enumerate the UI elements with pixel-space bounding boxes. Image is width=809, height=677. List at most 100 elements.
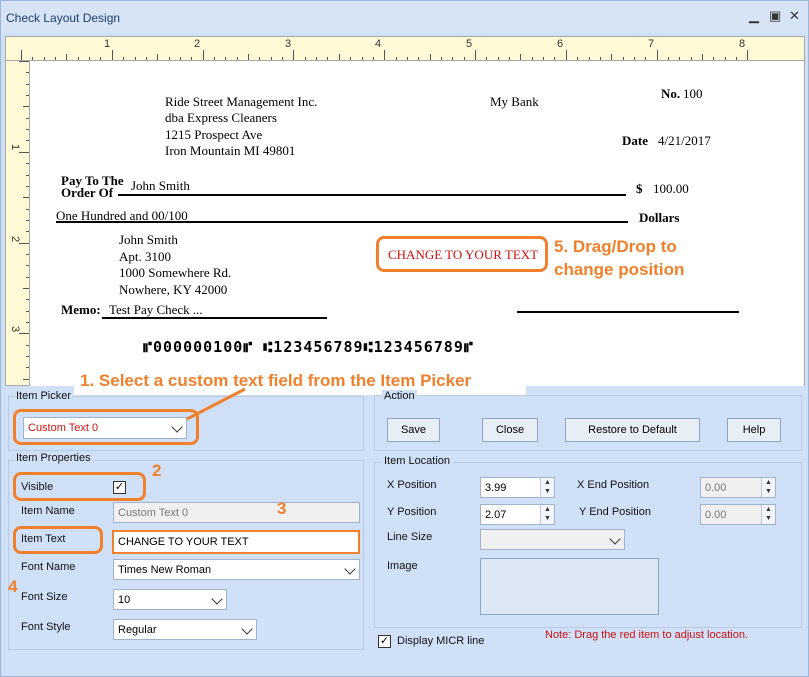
company-line-4[interactable]: Iron Mountain MI 49801 xyxy=(165,143,295,159)
micr-line[interactable]: ⑈000000100⑈ ⑆123456789⑆123456789⑈ xyxy=(143,338,474,356)
payee-name[interactable]: John Smith xyxy=(131,178,190,194)
ruler-tick xyxy=(724,57,726,60)
y-end-position-label: Y End Position xyxy=(579,506,651,518)
date-label: Date xyxy=(622,133,648,148)
font-size-select[interactable]: 10 xyxy=(113,589,227,610)
ruler-tick xyxy=(21,50,22,60)
item-properties-label: Item Properties xyxy=(14,452,93,464)
ruler-number: 3 xyxy=(9,325,22,333)
ruler-tick xyxy=(656,50,658,60)
ruler-tick xyxy=(23,106,29,108)
y-end-position-value: 0.00 xyxy=(705,509,727,521)
company-line-2[interactable]: dba Express Cleaners xyxy=(165,110,277,126)
x-end-position-spinner: ▲ ▼ xyxy=(761,478,775,497)
save-button[interactable]: Save xyxy=(387,418,440,442)
ruler-tick xyxy=(475,50,476,60)
ruler-tick xyxy=(736,57,738,60)
ruler-tick xyxy=(293,50,295,60)
ruler-tick xyxy=(452,57,454,60)
ruler-tick xyxy=(588,57,590,60)
font-style-value: Regular xyxy=(118,624,157,636)
ruler-tick xyxy=(23,378,29,380)
ruler-tick xyxy=(361,57,363,60)
ruler-tick xyxy=(19,151,29,153)
x-position-spinner[interactable]: ▲ ▼ xyxy=(540,478,554,497)
item-text-value: CHANGE TO YOUR TEXT xyxy=(118,536,249,548)
address-line[interactable]: 1000 Somewhere Rd. xyxy=(119,265,231,281)
ruler-tick xyxy=(26,231,29,233)
address-line[interactable]: John Smith xyxy=(119,232,178,248)
ruler-tick xyxy=(19,242,29,244)
title-bar: Check Layout Design ▁ ▣ ✕ xyxy=(1,1,808,33)
maximize-icon[interactable]: ▣ xyxy=(769,8,781,24)
ruler-tick xyxy=(713,57,715,60)
help-button[interactable]: Help xyxy=(727,418,781,442)
display-micr-checkbox[interactable]: ✓ xyxy=(378,635,391,648)
check-canvas[interactable]: Ride Street Management Inc. dba Express … xyxy=(30,61,805,386)
y-position-spinner[interactable]: ▲ ▼ xyxy=(540,505,554,524)
memo-label: Memo: xyxy=(61,302,101,317)
close-button[interactable]: Close xyxy=(482,418,538,442)
bank-name[interactable]: My Bank xyxy=(490,94,539,110)
ruler-tick xyxy=(19,333,29,335)
ruler-tick xyxy=(509,57,511,60)
company-name[interactable]: Ride Street Management Inc. xyxy=(165,94,317,110)
line-size-select xyxy=(480,529,625,550)
font-style-select[interactable]: Regular xyxy=(113,619,257,640)
callout-5-line-1: 5. Drag/Drop to xyxy=(554,237,677,256)
ruler-tick xyxy=(577,57,579,60)
restore-default-button[interactable]: Restore to Default xyxy=(565,418,700,442)
x-position-input[interactable]: 3.99 ▲ ▼ xyxy=(480,477,555,498)
close-icon[interactable]: ✕ xyxy=(789,8,800,24)
ruler-tick xyxy=(26,367,29,369)
y-position-input[interactable]: 2.07 ▲ ▼ xyxy=(480,504,555,525)
image-label: Image xyxy=(387,560,418,572)
ruler-tick xyxy=(23,288,29,289)
ruler-number: 5 xyxy=(466,38,473,50)
ruler-tick xyxy=(565,50,567,60)
dollar-sign: $ xyxy=(636,181,643,196)
memo-value[interactable]: Test Pay Check ... xyxy=(109,302,203,318)
item-text-input[interactable]: CHANGE TO YOUR TEXT xyxy=(112,530,360,554)
custom-text-highlight xyxy=(376,236,548,272)
ruler-tick xyxy=(599,57,601,60)
image-box[interactable] xyxy=(480,558,659,615)
visible-highlight xyxy=(13,472,146,501)
ruler-tick xyxy=(702,54,703,60)
ruler-tick xyxy=(350,57,352,60)
ruler-tick xyxy=(26,208,29,210)
ruler-tick xyxy=(32,57,34,60)
company-line-3[interactable]: 1215 Prospect Ave xyxy=(165,127,262,143)
item-picker-highlight xyxy=(13,409,199,445)
ruler-tick xyxy=(406,57,408,60)
ruler-tick xyxy=(26,163,29,165)
y-end-position-spinner: ▲ ▼ xyxy=(761,505,775,524)
ruler-tick xyxy=(123,57,125,60)
amount-value[interactable]: 100.00 xyxy=(653,181,689,197)
address-line[interactable]: Apt. 3100 xyxy=(119,249,171,265)
ruler-tick xyxy=(26,253,29,255)
date-value[interactable]: 4/21/2017 xyxy=(658,133,711,149)
y-position-value: 2.07 xyxy=(485,509,507,521)
item-text-label-highlight xyxy=(13,526,103,554)
minimize-icon[interactable]: ▁ xyxy=(749,8,759,24)
memo-line xyxy=(102,317,327,319)
check-no-label: No. xyxy=(661,86,681,101)
y-position-label: Y Position xyxy=(387,506,437,518)
address-line[interactable]: Nowhere, KY 42000 xyxy=(119,282,227,298)
ruler-tick xyxy=(43,57,45,60)
ruler-number: 2 xyxy=(9,235,22,243)
ruler-tick xyxy=(26,299,29,301)
font-name-value: Times New Roman xyxy=(118,564,212,576)
ruler-tick xyxy=(111,50,113,60)
ruler-tick xyxy=(372,57,374,60)
ruler-tick xyxy=(55,57,57,60)
item-name-value: Custom Text 0 xyxy=(118,507,189,519)
check-no-value[interactable]: 100 xyxy=(683,86,703,102)
font-name-select[interactable]: Times New Roman xyxy=(113,559,360,580)
ruler-tick xyxy=(26,129,29,131)
ruler-tick xyxy=(26,344,29,346)
ruler-tick xyxy=(248,54,249,60)
ruler-tick xyxy=(26,356,29,358)
ruler-tick xyxy=(463,57,465,60)
